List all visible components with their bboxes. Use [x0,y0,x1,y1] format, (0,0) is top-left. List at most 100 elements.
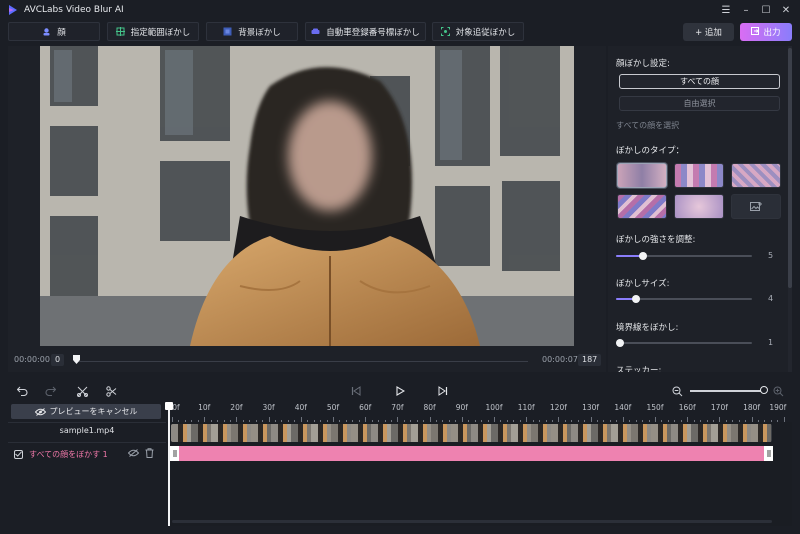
split-icon[interactable] [75,384,89,398]
tab-background-blur[interactable]: 背景ぼかし [206,22,298,41]
ruler-tick [622,417,624,422]
track-hide-icon[interactable] [127,449,140,460]
ruler-minor-tick [661,420,663,422]
ruler-tick-label: 10f [198,403,211,412]
ruler-minor-tick [571,420,573,422]
filmstrip-frame [711,424,731,442]
timeline-ruler[interactable]: 0f 10f 20f 30f 40f 50f 60f 70f 80f 90f 100f 110f 120… [168,402,792,422]
background-icon [223,27,232,36]
ruler-tick-label: 60f [359,403,372,412]
previous-frame-icon[interactable] [349,384,363,398]
ruler-minor-tick [390,420,392,422]
blur-type-custom-image[interactable] [731,194,781,219]
blur-segment[interactable] [170,446,773,461]
blur-edge-knob[interactable] [616,339,624,347]
ruler-minor-tick [210,420,212,422]
filmstrip-frame [391,424,411,442]
tab-area-blur[interactable]: 指定範囲ぼかし [107,22,199,41]
playhead-handle[interactable] [165,402,173,410]
add-button[interactable]: + 追加 [683,23,734,41]
ruler-minor-tick [738,420,740,422]
blur-type-crystal[interactable] [617,194,667,219]
ruler-minor-tick [384,420,386,422]
ruler-minor-tick [577,420,579,422]
blur-size-value: 4 [768,294,774,303]
ruler-minor-tick [667,420,669,422]
blur-size-slider[interactable] [616,295,752,303]
next-frame-icon[interactable] [436,384,450,398]
scrubber-handle-icon[interactable] [73,355,80,364]
ruler-tick [333,417,334,422]
blur-strength-slider[interactable] [616,252,752,260]
ruler-minor-tick [178,420,180,422]
ruler-minor-tick [242,420,244,422]
car-icon [311,27,320,36]
blur-type-gaussian[interactable] [617,163,667,188]
video-preview[interactable] [40,46,574,346]
maximize-icon[interactable]: ☐ [756,0,776,20]
filmstrip-frame [251,424,271,442]
select-all-faces-link[interactable]: すべての顔を選択 [616,120,679,131]
blur-edge-slider[interactable] [616,339,752,347]
filmstrip-frame [531,424,551,442]
blur-type-soft[interactable] [674,194,724,219]
timeline[interactable]: 0f 10f 20f 30f 40f 50f 60f 70f 80f 90f 100f 110f 120… [165,402,792,526]
window-controls: ☰ – ☐ ✕ [716,0,796,20]
free-select-button[interactable]: 自由選択 [619,96,780,111]
zoom-out-icon[interactable] [670,384,684,398]
tab-tracking-blur[interactable]: 対象追従ぼかし [432,22,524,41]
blur-type-mosaic[interactable] [674,163,724,188]
trash-icon[interactable] [145,448,154,461]
ruler-minor-tick [423,420,425,422]
scissors-icon[interactable] [104,384,118,398]
tab-area-blur-label: 指定範囲ぼかし [130,27,191,38]
ruler-minor-tick [539,420,541,422]
ruler-minor-tick [416,420,418,422]
timeline-scrollbar[interactable] [172,520,772,523]
cancel-preview-button[interactable]: プレビューをキャンセル [11,404,161,419]
menu-icon[interactable]: ☰ [716,0,736,20]
sticker-label: ステッカー: [616,366,662,372]
blur-size-knob[interactable] [632,295,640,303]
ruler-tick [172,417,173,422]
title-bar: AVCLabs Video Blur AI ☰ – ☐ ✕ [0,0,800,20]
tab-license-plate-blur[interactable]: 自動車登録番号標ぼかし [305,22,426,41]
minimize-icon[interactable]: – [736,0,756,20]
timeline-zoom-slider[interactable] [690,390,764,392]
ruler-minor-tick [564,420,566,422]
timeline-zoom-knob[interactable] [760,386,768,394]
frame-end[interactable]: 187 [578,354,602,366]
ruler-minor-tick [352,420,354,422]
timeline-playhead[interactable] [165,402,173,526]
zoom-in-icon[interactable] [771,384,785,398]
blur-strength-knob[interactable] [639,252,647,260]
tab-face[interactable]: 顔 [8,22,100,41]
ruler-minor-tick [371,420,373,422]
blur-type-pixel[interactable] [731,163,781,188]
filmstrip-frame [331,424,351,442]
filmstrip-frame [491,424,511,442]
all-faces-button[interactable]: すべての顔 [619,74,780,89]
panel-scrollbar-thumb[interactable] [788,48,792,288]
ruler-minor-tick [545,420,547,422]
ruler-tick [300,417,302,422]
app-logo-icon [9,5,17,15]
blur-segment-start-handle[interactable] [170,446,179,461]
redo-icon[interactable] [43,384,57,398]
filmstrip-frame [551,424,571,442]
undo-icon[interactable] [15,384,29,398]
preview-scrubber[interactable] [74,361,528,362]
close-icon[interactable]: ✕ [776,0,796,20]
video-filmstrip[interactable] [171,424,772,442]
tab-license-plate-blur-label: 自動車登録番号標ぼかし [326,27,420,38]
frame-start[interactable]: 0 [51,354,65,366]
play-icon[interactable] [393,384,407,398]
panel-scrollbar[interactable] [788,46,792,372]
export-button[interactable]: 出力 [740,23,792,41]
ruler-minor-tick [249,420,251,422]
blur-track-header[interactable]: すべての顔をぼかす 1 [14,448,108,460]
ruler-minor-tick [320,420,322,422]
track-checkbox[interactable] [14,449,23,459]
blur-segment-end-handle[interactable] [764,446,773,461]
check-icon [15,451,22,457]
